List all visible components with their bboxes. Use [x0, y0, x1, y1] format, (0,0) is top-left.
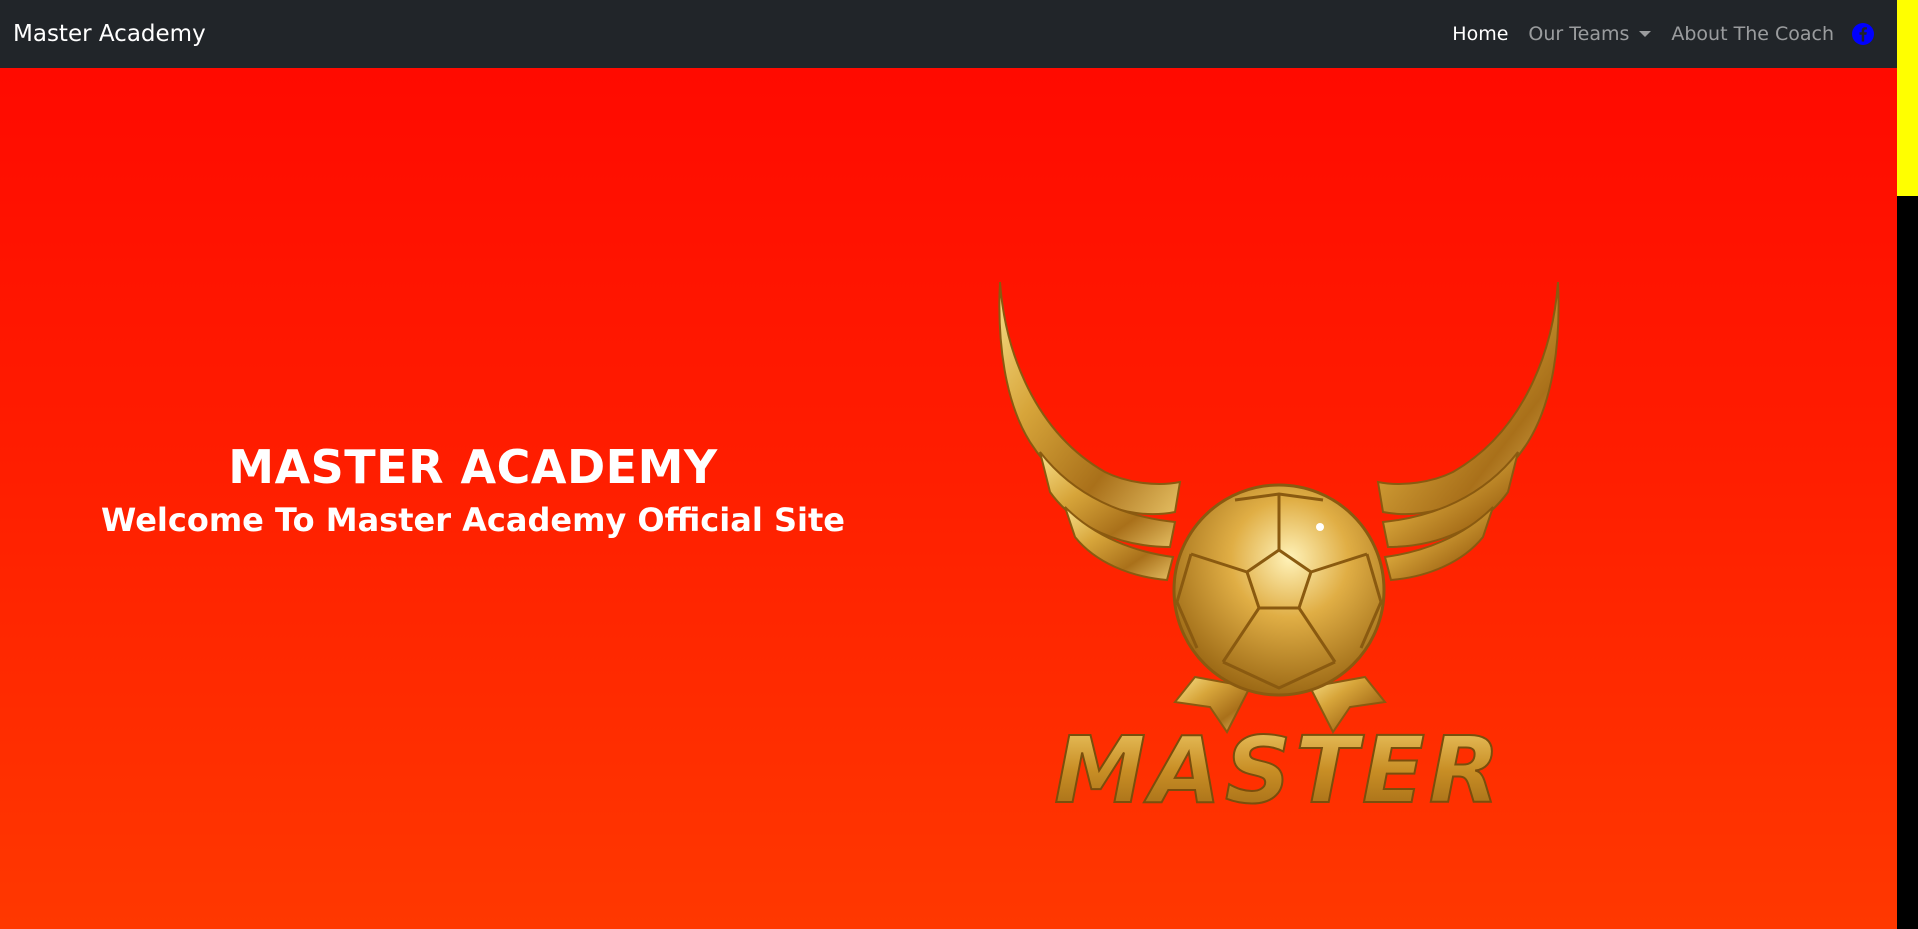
soccer-ball-icon — [1172, 483, 1386, 697]
nav-link-home[interactable]: Home — [1442, 23, 1518, 45]
facebook-icon[interactable] — [1852, 23, 1874, 45]
scrollbar-thumb[interactable] — [1897, 0, 1918, 196]
nav-dropdown-our-teams[interactable]: Our Teams — [1518, 23, 1661, 45]
brand-link[interactable]: Master Academy — [13, 21, 206, 47]
hero-section: MASTER ACADEMY Welcome To Master Academy… — [0, 68, 1897, 929]
nav-link-about-coach[interactable]: About The Coach — [1661, 23, 1844, 45]
nav-links: Home Our Teams About The Coach — [1442, 0, 1884, 68]
hero-text: MASTER ACADEMY Welcome To Master Academy… — [0, 440, 946, 540]
left-wing-shape — [998, 282, 1182, 582]
hero-title: MASTER ACADEMY — [228, 440, 718, 494]
logo-text: MASTER — [1054, 717, 1503, 824]
right-wing-shape — [1376, 282, 1560, 582]
top-navbar: Master Academy Home Our Teams About The … — [0, 0, 1897, 68]
hero-subtitle: Welcome To Master Academy Official Site — [101, 501, 845, 540]
master-logo: MASTER — [998, 282, 1560, 825]
page: Master Academy Home Our Teams About The … — [0, 0, 1918, 929]
caret-down-icon — [1639, 31, 1652, 37]
nav-dropdown-label: Our Teams — [1528, 23, 1630, 45]
